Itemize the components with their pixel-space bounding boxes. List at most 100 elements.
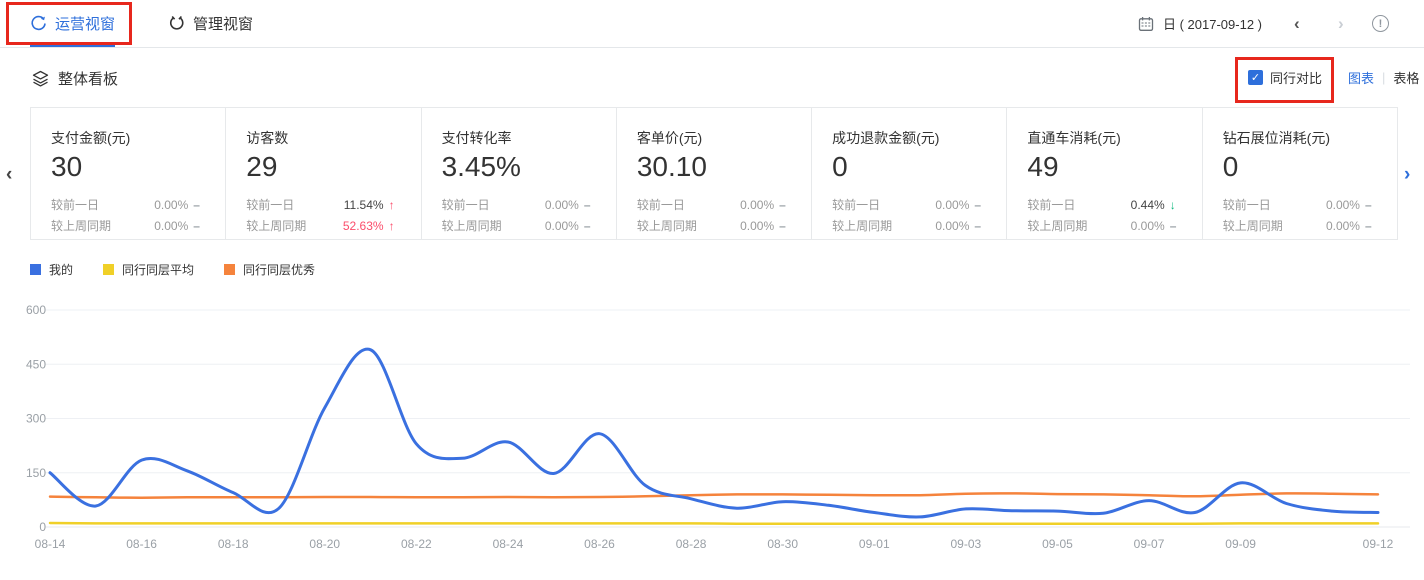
kpi-compare-prev-day-value: 0.44%: [1131, 195, 1165, 216]
kpi-card-title: 客单价(元): [637, 128, 789, 148]
kpi-compare-last-week-label: 较上周同期: [246, 216, 306, 237]
kpi-card[interactable]: 直通车消耗(元) 49 较前一日 0.44%↓ 较上周同期 0.00%–: [1007, 108, 1202, 239]
date-picker-label: 日 ( 2017-09-12 ): [1163, 14, 1262, 33]
active-tab-underline: [30, 44, 115, 47]
x-axis-tick-label: 08-14: [35, 537, 66, 551]
kpi-compare-last-week-value: 0.00%: [1326, 216, 1360, 237]
kpi-compare-prev-day-value: 0.00%: [545, 195, 579, 216]
trend-indicator-icon: –: [779, 195, 789, 216]
kpi-card[interactable]: 访客数 29 较前一日 11.54%↑ 较上周同期 52.63%↑: [226, 108, 421, 239]
x-axis-tick-label: 08-26: [584, 537, 615, 551]
board-title: 整体看板: [58, 68, 118, 89]
x-axis-tick-label: 09-05: [1042, 537, 1073, 551]
kpi-card-title: 直通车消耗(元): [1027, 128, 1179, 148]
kpi-compare-prev-day-label: 较前一日: [246, 195, 294, 216]
trend-indicator-icon: –: [193, 195, 203, 216]
kpi-compare-prev-day-label: 较前一日: [51, 195, 99, 216]
cards-scroll-left-button[interactable]: ‹: [6, 164, 12, 186]
x-axis-tick-label: 08-16: [126, 537, 157, 551]
kpi-compare-last-week-label: 较上周同期: [442, 216, 502, 237]
legend-item[interactable]: 同行同层优秀: [224, 261, 315, 278]
x-axis-tick-label: 08-22: [401, 537, 432, 551]
series-line-2: [50, 493, 1378, 497]
kpi-compare-prev-day-value: 0.00%: [154, 195, 188, 216]
date-picker[interactable]: 日 ( 2017-09-12 ): [1138, 0, 1262, 47]
kpi-card-value: 29: [246, 151, 398, 183]
view-toggle-chart[interactable]: 图表: [1348, 68, 1374, 87]
kpi-card-value: 0: [832, 151, 984, 183]
trend-chart[interactable]: 015030045060008-1408-1608-1808-2008-2208…: [0, 287, 1424, 575]
trend-indicator-icon: –: [584, 195, 594, 216]
kpi-compare-last-week-label: 较上周同期: [832, 216, 892, 237]
info-button[interactable]: !: [1372, 0, 1389, 47]
x-axis-tick-label: 09-03: [951, 537, 982, 551]
legend-swatch-icon: [103, 264, 114, 275]
x-axis-tick-label: 08-24: [493, 537, 524, 551]
date-prev-button[interactable]: ‹: [1294, 0, 1314, 47]
legend-label: 同行同层优秀: [243, 261, 315, 278]
y-axis-tick-label: 0: [39, 520, 46, 534]
view-toggle-table[interactable]: 表格: [1393, 68, 1419, 87]
trend-indicator-icon: –: [974, 216, 984, 237]
info-icon: !: [1372, 15, 1389, 32]
legend-item[interactable]: 同行同层平均: [103, 261, 194, 278]
peer-compare-label: 同行对比: [1270, 68, 1322, 87]
kpi-card-title: 访客数: [246, 128, 398, 148]
kpi-compare-last-week-label: 较上周同期: [1027, 216, 1087, 237]
tab-management-view[interactable]: 管理视窗: [168, 0, 253, 47]
tab-management-label: 管理视窗: [193, 13, 253, 34]
kpi-card-title: 成功退款金额(元): [832, 128, 984, 148]
trend-indicator-icon: –: [779, 216, 789, 237]
legend-swatch-icon: [30, 264, 41, 275]
kpi-compare-last-week-value: 0.00%: [545, 216, 579, 237]
y-axis-tick-label: 300: [26, 412, 46, 426]
kpi-card-value: 30.10: [637, 151, 789, 183]
trend-indicator-icon: –: [193, 216, 203, 237]
kpi-compare-last-week-label: 较上周同期: [1223, 216, 1283, 237]
x-axis-tick-label: 08-20: [309, 537, 340, 551]
series-line-0: [50, 349, 1378, 517]
cards-scroll-right-button[interactable]: ›: [1404, 164, 1410, 186]
kpi-compare-last-week-label: 较上周同期: [51, 216, 111, 237]
trend-indicator-icon: –: [1365, 195, 1375, 216]
x-axis-tick-label: 09-01: [859, 537, 890, 551]
peer-compare-checkbox[interactable]: ✓: [1248, 70, 1263, 85]
kpi-compare-prev-day-label: 较前一日: [832, 195, 880, 216]
y-axis-tick-label: 450: [26, 357, 46, 371]
kpi-compare-prev-day-label: 较前一日: [637, 195, 685, 216]
calendar-icon: [1138, 16, 1154, 32]
x-axis-tick-label: 08-28: [676, 537, 707, 551]
operations-view-icon: [30, 15, 47, 32]
kpi-card[interactable]: 支付金额(元) 30 较前一日 0.00%– 较上周同期 0.00%–: [31, 108, 226, 239]
y-axis-tick-label: 150: [26, 466, 46, 480]
kpi-compare-prev-day-label: 较前一日: [1027, 195, 1075, 216]
kpi-compare-prev-day-label: 较前一日: [1223, 195, 1271, 216]
kpi-card-title: 支付金额(元): [51, 128, 203, 148]
chart-legend: 我的 同行同层平均 同行同层优秀: [30, 261, 315, 278]
management-view-icon: [168, 15, 185, 32]
board-header: 整体看板: [32, 68, 118, 89]
legend-label: 同行同层平均: [122, 261, 194, 278]
trend-indicator-icon: –: [1365, 216, 1375, 237]
tab-operations-view[interactable]: 运营视窗: [30, 0, 115, 47]
trend-indicator-icon: ↑: [389, 216, 399, 237]
kpi-card[interactable]: 成功退款金额(元) 0 较前一日 0.00%– 较上周同期 0.00%–: [812, 108, 1007, 239]
legend-item[interactable]: 我的: [30, 261, 73, 278]
top-nav: 运营视窗 管理视窗 日 ( 2017-09-12 ) ‹ › !: [0, 0, 1424, 48]
kpi-card[interactable]: 客单价(元) 30.10 较前一日 0.00%– 较上周同期 0.00%–: [617, 108, 812, 239]
kpi-compare-last-week-label: 较上周同期: [637, 216, 697, 237]
kpi-compare-last-week-value: 0.00%: [1131, 216, 1165, 237]
kpi-card[interactable]: 钻石展位消耗(元) 0 较前一日 0.00%– 较上周同期 0.00%–: [1203, 108, 1397, 239]
x-axis-tick-label: 08-18: [218, 537, 249, 551]
trend-indicator-icon: ↑: [389, 195, 399, 216]
x-axis-tick-label: 08-30: [767, 537, 798, 551]
kpi-card-value: 49: [1027, 151, 1179, 183]
layers-icon: [32, 70, 49, 87]
kpi-compare-prev-day-value: 0.00%: [935, 195, 969, 216]
kpi-card[interactable]: 支付转化率 3.45% 较前一日 0.00%– 较上周同期 0.00%–: [422, 108, 617, 239]
date-next-button[interactable]: ›: [1338, 0, 1358, 47]
trend-indicator-icon: –: [1170, 216, 1180, 237]
kpi-card-title: 钻石展位消耗(元): [1223, 128, 1375, 148]
trend-chart-canvas: 015030045060008-1408-1608-1808-2008-2208…: [0, 287, 1424, 575]
kpi-compare-last-week-value: 0.00%: [154, 216, 188, 237]
